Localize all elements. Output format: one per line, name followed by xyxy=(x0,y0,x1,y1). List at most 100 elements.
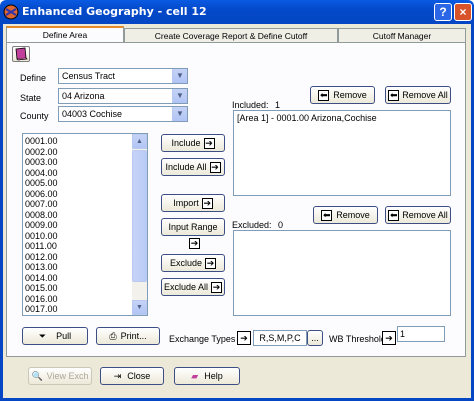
list-item[interactable]: 0011.00 xyxy=(25,241,133,252)
help-button[interactable]: ▰ Help xyxy=(174,367,240,385)
define-select-value: Census Tract xyxy=(62,71,116,81)
list-item[interactable]: 0001.00 xyxy=(25,136,133,147)
included-count: 1 xyxy=(275,100,281,110)
list-item[interactable]: 0014.00 xyxy=(25,273,133,284)
arrow-right-icon: ➔ xyxy=(203,138,215,150)
included-heading: Included: 1 xyxy=(232,100,280,110)
chevron-down-icon[interactable]: ▼ xyxy=(172,69,187,83)
remove-label: Remove xyxy=(333,90,367,100)
define-label: Define xyxy=(20,73,47,83)
tab-coverage-report[interactable]: Create Coverage Report & Define Cutoff xyxy=(124,28,338,43)
globe-app-icon xyxy=(3,4,19,20)
help-label: Help xyxy=(204,371,223,381)
excluded-count: 0 xyxy=(278,220,284,230)
tab-define-area[interactable]: Define Area xyxy=(6,26,124,43)
list-item[interactable]: 0015.00 xyxy=(25,283,133,294)
excluded-label: Excluded: xyxy=(232,220,272,230)
list-item[interactable]: 0016.00 xyxy=(25,294,133,305)
arrow-right-icon: ➔ xyxy=(240,333,248,343)
wb-threshold-label: WB Threshold xyxy=(329,334,386,344)
close-window-button[interactable]: × xyxy=(454,3,472,21)
title-bar[interactable]: Enhanced Geography - cell 12 ? × xyxy=(0,0,474,24)
state-select[interactable]: 04 Arizona ▼ xyxy=(58,88,188,104)
print-button[interactable]: ⎙ Print... xyxy=(96,327,160,345)
book-button[interactable] xyxy=(12,46,30,62)
printer-icon: ⎙ xyxy=(109,331,117,341)
book-icon: ▰ xyxy=(191,371,199,381)
threshold-arrow-button[interactable]: ➔ xyxy=(382,331,396,345)
arrow-right-icon: ➔ xyxy=(211,282,223,294)
arrow-left-icon: ⬅ xyxy=(318,90,330,102)
view-exch-label: View Exch xyxy=(46,371,89,381)
help-title-button[interactable]: ? xyxy=(434,3,452,21)
exchange-types-label: Exchange Types xyxy=(169,334,236,344)
scroll-down-icon[interactable]: ▼ xyxy=(132,300,147,315)
close-button[interactable]: ⇥ Close xyxy=(100,367,164,385)
included-listbox[interactable]: [Area 1] - 0001.00 Arizona,Cochise xyxy=(233,110,451,196)
list-item[interactable]: 0005.00 xyxy=(25,178,133,189)
print-label: Print... xyxy=(120,331,147,341)
arrow-right-icon: ➔ xyxy=(189,238,200,250)
exclude-all-button[interactable]: Exclude All ➔ xyxy=(161,278,225,296)
tract-list: 0001.00 0002.00 0003.00 0004.00 0005.00 … xyxy=(25,136,133,315)
list-item[interactable]: 0010.00 xyxy=(25,231,133,242)
close-label: Close xyxy=(127,371,151,381)
include-button[interactable]: Include ➔ xyxy=(161,134,225,152)
scroll-thumb[interactable] xyxy=(132,150,147,282)
list-item[interactable]: 0007.00 xyxy=(25,199,133,210)
state-label: State xyxy=(20,93,42,103)
remove-all-label: Remove All xyxy=(402,210,448,220)
remove-all-label: Remove All xyxy=(402,90,448,100)
county-label: County xyxy=(20,111,49,121)
arrow-right-icon: ➔ xyxy=(385,333,393,343)
list-item[interactable]: 0012.00 xyxy=(25,252,133,263)
include-all-label: Include All xyxy=(165,162,207,172)
remove-included-button[interactable]: ⬅ Remove xyxy=(310,86,375,104)
input-range-label: Input Range xyxy=(168,222,218,232)
chevron-down-icon[interactable]: ▼ xyxy=(172,89,187,103)
remove-excluded-button[interactable]: ⬅ Remove xyxy=(313,206,378,224)
included-item[interactable]: [Area 1] - 0001.00 Arizona,Cochise xyxy=(237,113,447,124)
excluded-heading: Excluded: 0 xyxy=(232,220,283,230)
define-select[interactable]: Census Tract ▼ xyxy=(58,68,188,84)
window-title: Enhanced Geography - cell 12 xyxy=(22,5,207,18)
state-select-value: 04 Arizona xyxy=(62,91,105,101)
list-item[interactable]: 0003.00 xyxy=(25,157,133,168)
remove-all-included-button[interactable]: ⬅ Remove All xyxy=(385,86,451,104)
county-select[interactable]: 04003 Cochise ▼ xyxy=(58,106,188,122)
arrow-right-icon: ➔ xyxy=(209,162,221,174)
tab-cutoff-manager[interactable]: Cutoff Manager xyxy=(338,28,466,43)
tract-listbox[interactable]: 0001.00 0002.00 0003.00 0004.00 0005.00 … xyxy=(22,133,148,316)
remove-label: Remove xyxy=(336,210,370,220)
chevron-down-icon[interactable]: ▼ xyxy=(172,107,187,121)
list-item[interactable]: 0017.00 xyxy=(25,304,133,315)
exchange-ellipsis-button[interactable]: ... xyxy=(307,330,323,346)
input-range-button[interactable]: Input Range ➔ xyxy=(161,218,225,250)
list-item[interactable]: 0008.00 xyxy=(25,210,133,221)
list-scrollbar[interactable]: ▲ ▼ xyxy=(132,134,147,315)
pull-button[interactable]: ⏷ Pull xyxy=(22,327,88,345)
funnel-icon: ⏷ xyxy=(38,331,47,341)
included-label: Included: xyxy=(232,100,269,110)
arrow-left-icon: ⬅ xyxy=(388,210,400,222)
view-exch-button[interactable]: 🔍 View Exch xyxy=(28,367,92,385)
import-button[interactable]: Import ➔ xyxy=(161,194,225,212)
exchange-types-field[interactable]: R,S,M,P,C xyxy=(253,330,307,346)
list-item[interactable]: 0013.00 xyxy=(25,262,133,273)
remove-all-excluded-button[interactable]: ⬅ Remove All xyxy=(385,206,451,224)
wb-threshold-field[interactable]: 1 xyxy=(397,326,445,342)
arrow-left-icon: ⬅ xyxy=(321,210,333,222)
arrow-left-icon: ⬅ xyxy=(388,90,400,102)
magnifier-icon: 🔍 xyxy=(31,371,43,381)
exclude-label: Exclude xyxy=(169,258,203,268)
scroll-up-icon[interactable]: ▲ xyxy=(132,134,147,149)
exclude-button[interactable]: Exclude ➔ xyxy=(161,254,225,272)
list-item[interactable]: 0002.00 xyxy=(25,147,133,158)
exchange-arrow-button[interactable]: ➔ xyxy=(237,331,251,345)
list-item[interactable]: 0009.00 xyxy=(25,220,133,231)
list-item[interactable]: 0004.00 xyxy=(25,168,133,179)
include-all-button[interactable]: Include All ➔ xyxy=(161,158,225,176)
excluded-listbox[interactable] xyxy=(233,230,451,316)
arrow-right-icon: ➔ xyxy=(201,198,213,210)
list-item[interactable]: 0006.00 xyxy=(25,189,133,200)
